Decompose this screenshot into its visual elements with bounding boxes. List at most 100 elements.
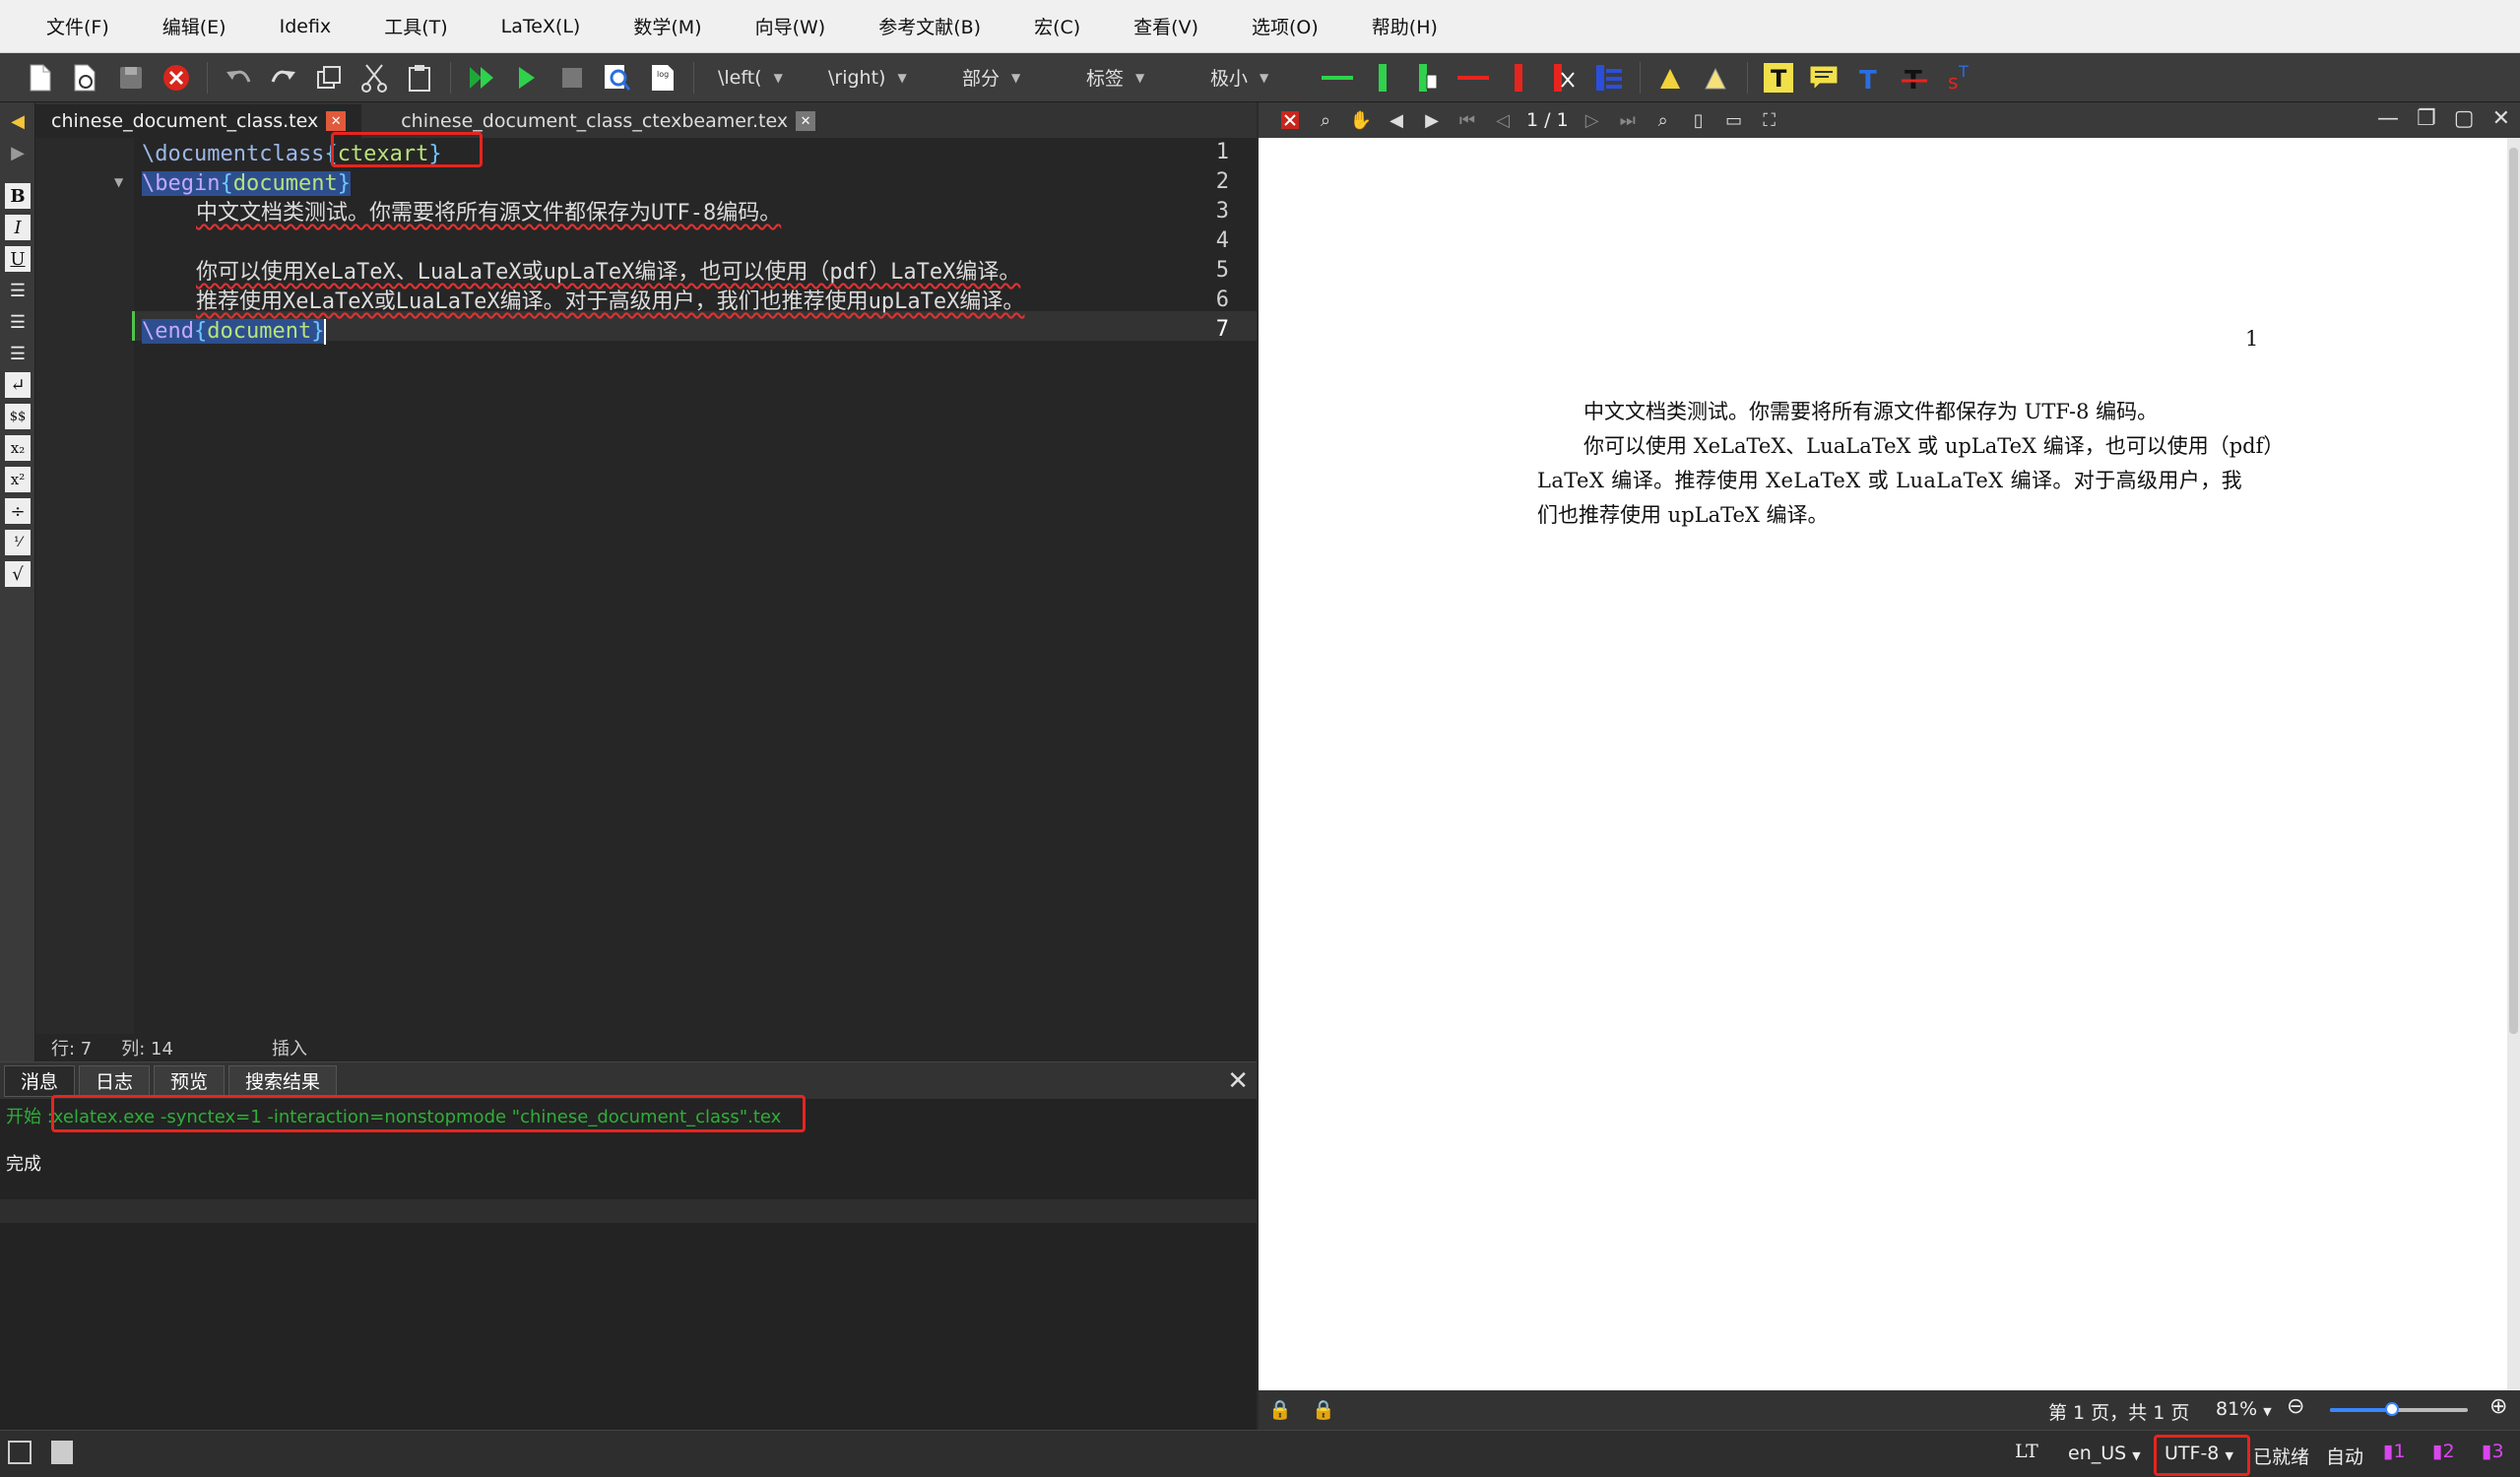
pdf-scrollbar[interactable]	[2507, 138, 2520, 1390]
magnifier-icon[interactable]: ⌕	[1313, 107, 1338, 133]
menu-item-7[interactable]: 参考文献(B)	[852, 13, 1007, 39]
tab-log[interactable]: 日志	[79, 1064, 151, 1097]
tab-messages[interactable]: 消息	[4, 1064, 76, 1097]
insert-mode-indicator[interactable]: 插入	[272, 1035, 307, 1060]
back-icon[interactable]: ◀	[1384, 107, 1409, 133]
fit-page-icon[interactable]: ▯	[1686, 107, 1712, 133]
right-delimiter-combo[interactable]: \right) ▼	[818, 61, 927, 95]
align-left-icon[interactable]: ☰	[5, 278, 31, 303]
tab-preview[interactable]: 预览	[154, 1064, 226, 1097]
remove-hline-icon[interactable]	[1456, 61, 1490, 95]
next-page-icon[interactable]: ▷	[1580, 107, 1605, 133]
minimize-icon[interactable]: —	[2377, 106, 2399, 131]
forward-icon[interactable]: ▶	[1419, 107, 1445, 133]
last-page-icon[interactable]: ⏭	[1615, 107, 1641, 133]
lock-icon[interactable]: 🔒	[1312, 1398, 1335, 1421]
bookmark-1-icon[interactable]: ▮1	[2383, 1441, 2406, 1462]
save-icon[interactable]	[114, 61, 148, 95]
language-selector[interactable]: en_US ▼	[2068, 1443, 2141, 1464]
comment-icon[interactable]	[1807, 61, 1841, 95]
remove-vline-icon[interactable]	[1502, 61, 1535, 95]
text-highlight-icon[interactable]: T	[1762, 61, 1795, 95]
close-icon[interactable]: ✕	[796, 111, 816, 131]
dfrac-icon[interactable]: ⅟	[5, 530, 31, 555]
label-combo[interactable]: 标签 ▼	[1076, 61, 1185, 95]
fit-width-icon[interactable]: ▭	[1721, 107, 1747, 133]
menu-item-4[interactable]: LaTeX(L)	[475, 16, 608, 37]
new-file-icon[interactable]	[24, 61, 57, 95]
hline-icon[interactable]	[1321, 61, 1354, 95]
stop-icon[interactable]	[555, 61, 589, 95]
close-file-icon[interactable]	[160, 61, 193, 95]
menu-item-8[interactable]: 宏(C)	[1007, 13, 1107, 39]
zoom-slider[interactable]	[2330, 1402, 2468, 1416]
code-area[interactable]: \documentclass{ctexart} \begin{document}…	[142, 138, 1255, 1034]
forward-arrow-icon[interactable]: ▶	[5, 140, 31, 165]
menu-item-0[interactable]: 文件(F)	[20, 13, 136, 39]
first-page-icon[interactable]: ⏮	[1454, 107, 1480, 133]
maximize-icon[interactable]: ▢	[2454, 106, 2475, 131]
fullscreen-icon[interactable]: ⛶	[1757, 107, 1782, 133]
section-combo[interactable]: 部分 ▼	[952, 61, 1061, 95]
undo-icon[interactable]	[222, 61, 255, 95]
search-icon[interactable]: ⌕	[1650, 107, 1676, 133]
menu-item-5[interactable]: 数学(M)	[607, 13, 728, 39]
underline-icon[interactable]: U	[5, 246, 31, 272]
close-icon[interactable]: ✕	[2492, 106, 2510, 131]
bookmark-2-icon[interactable]: ▮2	[2432, 1441, 2455, 1462]
synctex-icon[interactable]	[1277, 107, 1303, 133]
italic-icon[interactable]: I	[5, 215, 31, 240]
scrollbar-thumb[interactable]	[2509, 148, 2518, 1034]
align-center-icon[interactable]: ☰	[5, 309, 31, 335]
view-log-icon[interactable]: log	[646, 61, 679, 95]
superscript-text-icon[interactable]: sT	[1943, 61, 1976, 95]
menu-item-6[interactable]: 向导(W)	[729, 13, 853, 39]
menu-item-3[interactable]: 工具(T)	[357, 13, 474, 39]
code-editor[interactable]: 1 2 ▼ 3 4 5 6 7 \documentclass{ctexart} …	[35, 132, 1257, 1034]
pdf-page[interactable]: 1 中文文档类测试。你需要将所有源文件都保存为 UTF-8 编码。 你可以使用 …	[1259, 138, 2507, 1390]
close-icon[interactable]: ✕	[1227, 1066, 1249, 1096]
restore-icon[interactable]: ❐	[2417, 106, 2436, 131]
bold-icon[interactable]: B	[5, 183, 31, 209]
redo-icon[interactable]	[267, 61, 300, 95]
back-arrow-icon[interactable]: ◀	[5, 108, 31, 134]
left-delimiter-combo[interactable]: \left(▼	[708, 61, 807, 95]
menu-item-2[interactable]: Idefix	[253, 16, 358, 37]
subscript-icon[interactable]: x₂	[5, 435, 31, 461]
menu-item-1[interactable]: 编辑(E)	[136, 13, 253, 39]
page-indicator[interactable]: 1 / 1	[1526, 109, 1569, 131]
vline-icon[interactable]	[1366, 61, 1399, 95]
zoom-out-icon[interactable]: ⊖	[2287, 1394, 2304, 1419]
build-and-view-icon[interactable]	[465, 61, 498, 95]
hand-tool-icon[interactable]: ✋	[1348, 107, 1374, 133]
marker-outline-icon[interactable]	[1700, 61, 1733, 95]
strikethrough-text-icon[interactable]: T	[1898, 61, 1931, 95]
menu-item-11[interactable]: 帮助(H)	[1345, 13, 1464, 39]
zoom-slider-knob[interactable]	[2385, 1402, 2399, 1416]
lock-icon[interactable]: 🔒	[1268, 1398, 1292, 1421]
sqrt-icon[interactable]: √	[5, 561, 31, 587]
math-mode-icon[interactable]: $$	[5, 404, 31, 429]
structure-panel-icon[interactable]	[8, 1441, 32, 1464]
tab-search-results[interactable]: 搜索结果	[228, 1064, 338, 1097]
copy-icon[interactable]	[312, 61, 346, 95]
font-size-combo[interactable]: 极小 ▼	[1200, 61, 1309, 95]
fold-toggle-icon[interactable]: ▼	[114, 175, 123, 189]
fraction-icon[interactable]: ÷	[5, 498, 31, 524]
open-file-icon[interactable]	[69, 61, 102, 95]
insert-column-icon[interactable]	[1411, 61, 1445, 95]
marker-icon[interactable]	[1654, 61, 1688, 95]
text-blue-icon[interactable]: T	[1852, 61, 1886, 95]
previous-page-icon[interactable]: ◁	[1490, 107, 1516, 133]
cut-icon[interactable]	[357, 61, 391, 95]
paste-icon[interactable]	[403, 61, 436, 95]
message-panel-icon[interactable]	[51, 1441, 73, 1464]
latex-indicator[interactable]: LT	[2015, 1441, 2038, 1462]
align-columns-icon[interactable]	[1592, 61, 1626, 95]
view-pdf-icon[interactable]	[601, 61, 634, 95]
newline-icon[interactable]: ↵	[5, 372, 31, 398]
remove-column-icon[interactable]	[1547, 61, 1581, 95]
zoom-in-icon[interactable]: ⊕	[2489, 1394, 2507, 1419]
align-right-icon[interactable]: ☰	[5, 341, 31, 366]
close-icon[interactable]: ✕	[326, 111, 347, 131]
